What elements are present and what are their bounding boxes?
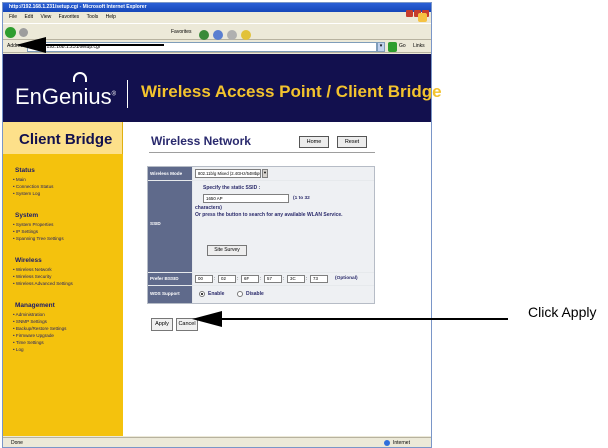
ssid-cell: Specify the static SSID : 1650 AP (1 to … (193, 181, 374, 272)
mail-icon[interactable] (213, 30, 223, 40)
prefer-bssid-cell: 00 : 02 : 6F : 57 : 3C : 73 (Optional) (193, 273, 374, 285)
sidebar-item-log[interactable]: Log (13, 347, 24, 352)
bssid-octet-4[interactable]: 57 (264, 275, 282, 283)
apply-callout-label: Click Apply (528, 304, 597, 320)
sidebar-group-wireless: Wireless (15, 257, 42, 264)
site-survey-hint: Or press the button to search for any av… (195, 212, 343, 218)
sidebar-header: Client Bridge (3, 122, 123, 154)
sidebar-item-spanning-tree[interactable]: Spanning Tree Settings (13, 236, 64, 241)
sidebar-item-ip-settings[interactable]: IP Settings (13, 229, 38, 234)
favorites-button[interactable]: Favorites (171, 29, 192, 35)
menu-view[interactable]: View (40, 14, 51, 20)
window-controls[interactable] (405, 4, 429, 17)
toolbar: Favorites (3, 23, 431, 40)
sidebar-item-wireless-security[interactable]: Wireless Security (13, 274, 51, 279)
menu-file[interactable]: File (9, 14, 17, 20)
sidebar-item-backup-restore[interactable]: Backup/Restore Settings (13, 326, 67, 331)
internet-zone-icon (384, 440, 390, 446)
history-icon[interactable] (199, 30, 209, 40)
bssid-octet-2[interactable]: 02 (218, 275, 236, 283)
header-divider (127, 80, 128, 108)
bssid-octet-5[interactable]: 3C (287, 275, 305, 283)
wireless-settings-form: Wireless Mode 802.11b/g Mixed (2.4GHz/54… (147, 166, 375, 304)
windows-logo-icon (418, 13, 427, 22)
apply-arrow-head (192, 311, 222, 327)
page-content: EnGenius® Wireless Access Point / Client… (3, 54, 442, 436)
prefer-bssid-label: Prefer BSSID (148, 273, 192, 285)
sidebar-group-system: System (15, 212, 39, 219)
forward-arrow-icon[interactable] (19, 28, 28, 37)
back-button-arrow-head (16, 37, 46, 53)
wireless-mode-label: Wireless Mode (148, 167, 192, 180)
title-bar: http://192.168.1.231/setup.cgi - Microso… (3, 3, 431, 17)
reset-button[interactable]: Reset (337, 136, 367, 148)
sidebar-group-status: Status (15, 167, 35, 174)
sidebar-item-firmware[interactable]: Firmware Upgrade (13, 333, 54, 338)
ssid-input[interactable]: 1650 AP (203, 194, 289, 203)
bssid-octet-1[interactable]: 00 (195, 275, 213, 283)
wds-support-label: WDS Support (148, 286, 192, 303)
folder-icon[interactable] (241, 30, 251, 40)
menu-bar: File Edit View Favorites Tools Help (3, 13, 431, 22)
bssid-octet-6[interactable]: 73 (310, 275, 328, 283)
sidebar-item-system-log[interactable]: System Log (13, 191, 40, 196)
go-arrow-icon[interactable] (388, 42, 397, 52)
sidebar-item-connection-status[interactable]: Connection Status (13, 184, 54, 189)
status-bar: Done Internet (3, 437, 431, 447)
back-arrow-icon[interactable] (5, 27, 16, 38)
wds-disable-radio[interactable] (237, 291, 243, 297)
print-icon[interactable] (227, 30, 237, 40)
wds-support-cell: Enable Disable (193, 286, 374, 303)
page-title: Wireless Network (151, 134, 251, 148)
sidebar-item-main[interactable]: Main (13, 177, 26, 182)
menu-favorites[interactable]: Favorites (59, 14, 80, 20)
bssid-octet-3[interactable]: 6F (241, 275, 259, 283)
sidebar: Client Bridge Status Main Connection Sta… (3, 122, 123, 436)
sidebar-item-time[interactable]: Time Settings (13, 340, 44, 345)
wds-enable-label: Enable (208, 291, 225, 297)
main-panel: Wireless Network Home Reset Wireless Mod… (123, 122, 431, 436)
bssid-optional-note: (Optional) (335, 276, 358, 281)
go-button[interactable]: Go (399, 43, 406, 49)
window-title: http://192.168.1.231/setup.cgi - Microso… (9, 4, 147, 10)
wds-disable-label: Disable (246, 291, 264, 297)
sidebar-item-system-properties[interactable]: System Properties (13, 222, 54, 227)
chevron-down-icon[interactable]: ▾ (377, 42, 385, 52)
address-bar: Address http://192.168.1.231/setup.cgi ▾… (3, 41, 431, 53)
ssid-hint: Specify the static SSID : (203, 185, 261, 191)
sidebar-title: Client Bridge (19, 131, 113, 148)
apply-arrow-line (222, 318, 508, 320)
sidebar-item-wireless-network[interactable]: Wireless Network (13, 267, 52, 272)
browser-window: http://192.168.1.231/setup.cgi - Microso… (2, 2, 442, 448)
chevron-down-icon[interactable]: ▾ (262, 169, 268, 178)
menu-edit[interactable]: Edit (24, 14, 33, 20)
sidebar-group-management: Management (15, 302, 55, 309)
home-button[interactable]: Home (299, 136, 329, 148)
wireless-mode-cell: 802.11b/g Mixed (2.4GHz/54Mbps) ▾ (193, 167, 374, 180)
wds-enable-radio[interactable] (199, 291, 205, 297)
sidebar-item-administration[interactable]: Administration (13, 312, 45, 317)
ssid-range-tail: characters) (195, 205, 222, 211)
wifi-signal-icon (73, 72, 87, 82)
page-header: EnGenius® Wireless Access Point / Client… (3, 54, 442, 122)
product-title: Wireless Access Point / Client Bridge (141, 82, 442, 101)
back-button-arrow-line (44, 44, 164, 46)
security-zone: Internet (393, 440, 410, 446)
sidebar-item-snmp[interactable]: SNMP Settings (13, 319, 47, 324)
sidebar-item-wireless-advanced[interactable]: Wireless Advanced Settings (13, 281, 73, 286)
apply-button[interactable]: Apply (151, 318, 173, 331)
site-survey-button[interactable]: Site Survey (207, 245, 247, 256)
title-divider (149, 152, 375, 153)
menu-tools[interactable]: Tools (87, 14, 99, 20)
ssid-range-text: (1 to 32 (293, 196, 310, 201)
menu-help[interactable]: Help (106, 14, 116, 20)
status-text: Done (11, 440, 23, 446)
links-button[interactable]: Links (413, 43, 425, 49)
wireless-mode-select[interactable]: 802.11b/g Mixed (2.4GHz/54Mbps) (195, 169, 261, 178)
engenius-logo: EnGenius® (15, 84, 117, 109)
ssid-label: SSID (148, 181, 192, 272)
